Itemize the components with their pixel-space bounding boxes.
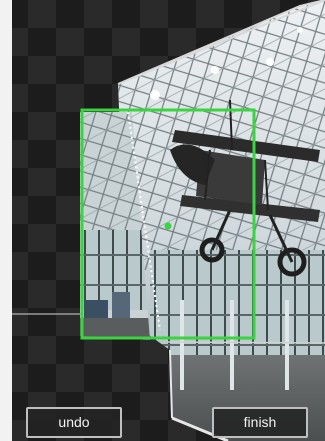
finish-button[interactable]: finish	[212, 407, 308, 438]
panorama-canvas	[12, 0, 325, 441]
frame-center-dot	[164, 222, 172, 230]
undo-button[interactable]: undo	[26, 407, 122, 438]
panorama-capture-view: undo finish	[0, 0, 325, 441]
captured-photo-main	[118, 0, 325, 441]
